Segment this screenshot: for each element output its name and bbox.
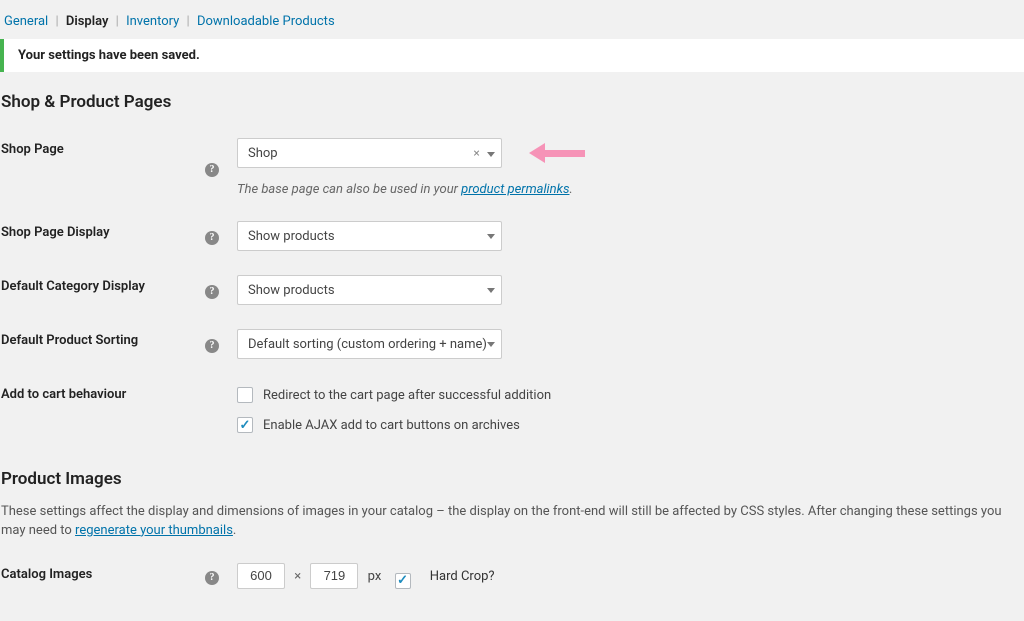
section-product-images: Product Images <box>0 469 1024 489</box>
settings-subnav: General | Display | Inventory | Download… <box>0 8 1024 33</box>
shop-page-desc: The base page can also be used in your p… <box>237 182 1016 197</box>
subnav-inventory[interactable]: Inventory <box>126 14 179 29</box>
cart-behaviour-label: Add to cart behaviour <box>0 371 205 459</box>
product-sorting-select[interactable]: Default sorting (custom ordering + name) <box>237 329 502 359</box>
help-icon[interactable]: ? <box>205 339 219 353</box>
redirect-label: Redirect to the cart page after successf… <box>263 388 551 403</box>
catalog-width-input[interactable] <box>237 563 285 589</box>
section-shop-product-pages: Shop & Product Pages <box>0 92 1024 112</box>
ajax-label: Enable AJAX add to cart buttons on archi… <box>263 418 520 433</box>
regenerate-thumbnails-link[interactable]: regenerate your thumbnails <box>75 523 233 538</box>
hard-crop-label: Hard Crop? <box>430 569 495 584</box>
dimension-separator: × <box>288 569 307 584</box>
product-permalinks-link[interactable]: product permalinks <box>461 182 569 197</box>
category-display-select[interactable]: Show products <box>237 275 502 305</box>
shop-page-label: Shop Page <box>0 126 205 209</box>
redirect-checkbox[interactable] <box>237 387 253 403</box>
hard-crop-checkbox[interactable] <box>395 573 411 589</box>
chevron-down-icon <box>487 152 495 157</box>
shop-display-value: Show products <box>248 229 335 244</box>
product-sorting-label: Default Product Sorting <box>0 317 205 371</box>
help-icon[interactable]: ? <box>205 163 219 177</box>
chevron-down-icon <box>487 342 495 347</box>
chevron-down-icon <box>487 288 495 293</box>
shop-page-value: Shop <box>248 146 278 161</box>
shop-display-select[interactable]: Show products <box>237 221 502 251</box>
saved-notice-text: Your settings have been saved. <box>18 48 200 63</box>
pointer-arrow <box>529 146 585 160</box>
help-icon[interactable]: ? <box>205 285 219 299</box>
product-sorting-value: Default sorting (custom ordering + name) <box>248 337 487 352</box>
clear-icon[interactable]: × <box>473 146 479 160</box>
category-display-label: Default Category Display <box>0 263 205 317</box>
catalog-height-input[interactable] <box>310 563 358 589</box>
subnav-display[interactable]: Display <box>66 14 109 29</box>
catalog-images-label: Catalog Images <box>0 551 205 601</box>
shop-page-select[interactable]: Shop × <box>237 138 502 168</box>
saved-notice: Your settings have been saved. <box>0 39 1024 72</box>
product-images-intro: These settings affect the display and di… <box>1 503 1024 541</box>
px-unit: px <box>368 569 382 584</box>
subnav-downloadable[interactable]: Downloadable Products <box>197 14 335 29</box>
help-icon[interactable]: ? <box>205 571 219 585</box>
help-icon[interactable]: ? <box>205 231 219 245</box>
chevron-down-icon <box>487 234 495 239</box>
subnav-general[interactable]: General <box>4 14 48 29</box>
settings-form: Shop Page ? Shop × The base page can als… <box>0 126 1024 459</box>
category-display-value: Show products <box>248 283 335 298</box>
shop-display-label: Shop Page Display <box>0 209 205 263</box>
ajax-checkbox[interactable] <box>237 417 253 433</box>
